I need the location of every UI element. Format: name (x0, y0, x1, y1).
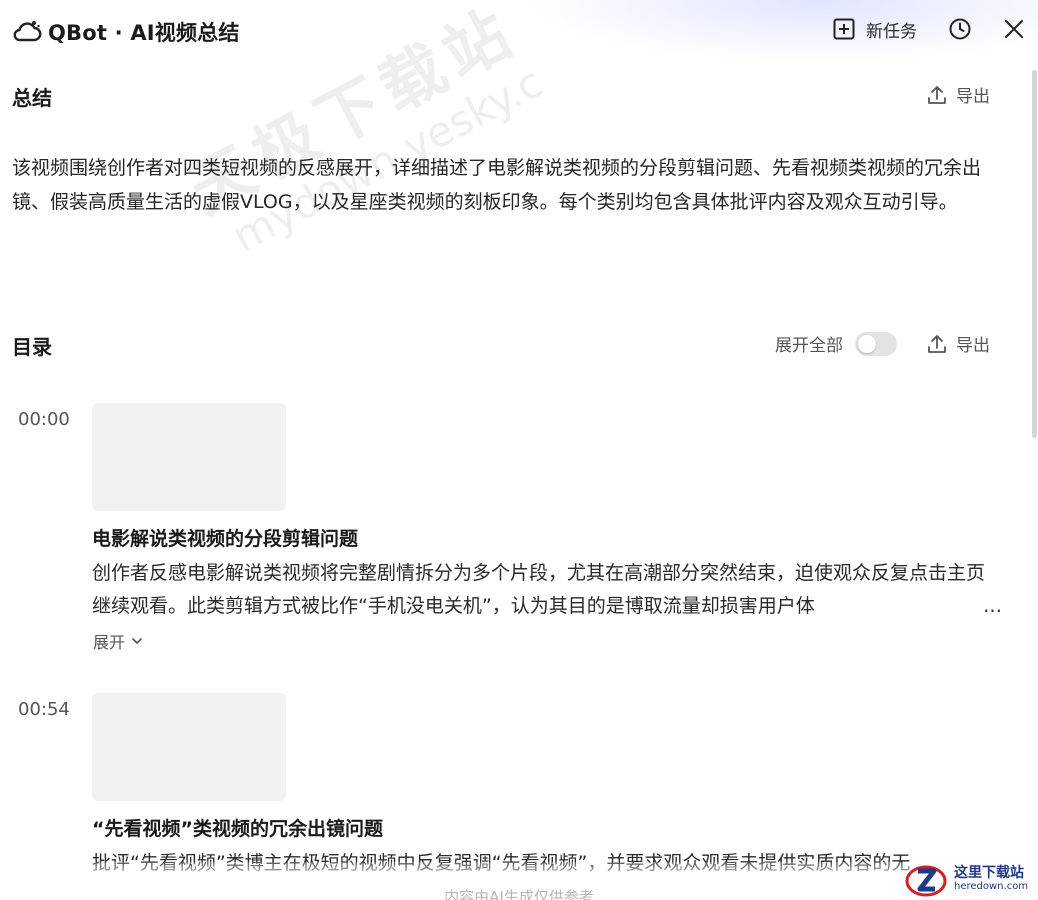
toc-title: 目录 (12, 335, 52, 359)
chevron-down-icon (132, 638, 142, 644)
site-badge-url: heredown.com (954, 881, 1029, 892)
chapter-thumbnail[interactable] (92, 403, 286, 511)
site-logo-icon (905, 865, 947, 897)
summary-text: 该视频围绕创作者对四类短视频的反感展开，详细描述了电影解说类视频的分段剪辑问题、… (12, 157, 982, 213)
site-badge-name: 这里下载站 (954, 865, 1024, 881)
expand-all-toggle[interactable] (855, 331, 897, 356)
chapter-title: “先看视频”类视频的冗余出镜问题 (92, 818, 383, 840)
summary-export-button[interactable]: 导出 (926, 82, 990, 107)
upload-icon (928, 85, 946, 104)
new-task-button[interactable]: 新任务 (832, 12, 917, 46)
chapter-expand-label: 展开 (93, 633, 126, 652)
summary-export-label: 导出 (956, 87, 990, 107)
ai-disclaimer: 内容由AI生成仅供参考 (444, 888, 594, 900)
chapter-timestamp[interactable]: 00:54 (18, 699, 70, 720)
ellipsis: … (981, 589, 1002, 622)
plus-square-icon (833, 18, 855, 40)
chapter-description-wrap: 创作者反感电影解说类视频将完整剧情拆分为多个片段，尤其在高潮部分突然结束，迫使观… (92, 557, 1002, 622)
cloud-icon (13, 21, 42, 42)
title-bar: QBot · AI视频总结 新任务 (0, 0, 1038, 62)
chapter-item: 00:00 电影解说类视频的分段剪辑问题 创作者反感电影解说类视频将完整剧情拆分… (0, 403, 1010, 663)
chapter-expand-button[interactable]: 展开 (93, 629, 143, 653)
scrollbar[interactable] (1032, 70, 1037, 438)
chapter-item: 00:54 “先看视频”类视频的冗余出镜问题 批评“先看视频”类博主在极短的视频… (0, 693, 1010, 883)
close-icon (1005, 20, 1023, 38)
expand-all-control: 展开全部 (775, 331, 897, 356)
chapter-timestamp[interactable]: 00:00 (18, 409, 70, 430)
summary-title: 总结 (12, 86, 52, 110)
upload-icon (928, 334, 946, 353)
close-button[interactable] (998, 12, 1030, 46)
toc-export-label: 导出 (956, 336, 990, 356)
expand-all-label: 展开全部 (775, 336, 843, 356)
clock-icon (949, 18, 971, 40)
chapter-title: 电影解说类视频的分段剪辑问题 (92, 528, 359, 550)
site-badge: 这里下载站 heredown.com (904, 860, 1038, 900)
new-task-label: 新任务 (866, 21, 917, 42)
toc-export-button[interactable]: 导出 (926, 331, 990, 356)
history-button[interactable] (944, 12, 976, 46)
chapter-thumbnail[interactable] (92, 693, 286, 801)
toggle-knob (858, 334, 876, 353)
chapter-description: 创作者反感电影解说类视频将完整剧情拆分为多个片段，尤其在高潮部分突然结束，迫使观… (92, 562, 986, 617)
app-title: QBot · AI视频总结 (48, 21, 240, 45)
